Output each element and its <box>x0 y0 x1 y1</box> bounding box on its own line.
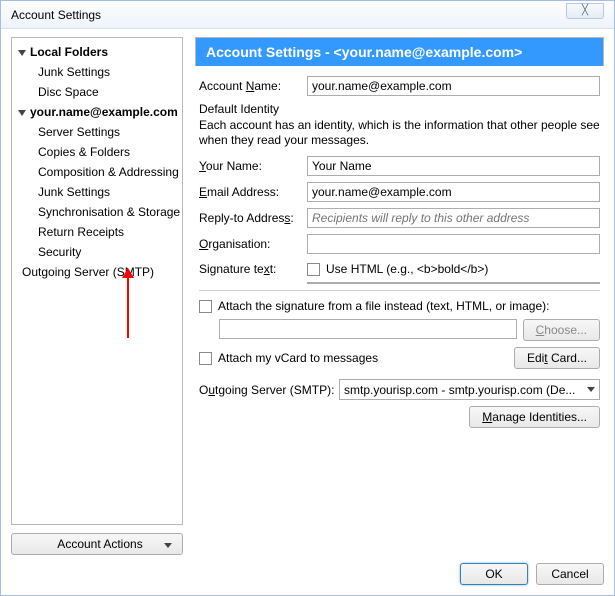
tree-account-email[interactable]: your.name@example.com <box>14 102 180 122</box>
reply-to-input[interactable] <box>307 208 600 228</box>
sig-file-row: Choose... <box>199 319 600 341</box>
identity-description: Each account has an identity, which is t… <box>199 118 600 148</box>
signature-textarea[interactable] <box>307 282 600 284</box>
panel-body: Account Name: Default Identity Each acco… <box>195 66 604 525</box>
your-name-label: Your Name: <box>199 159 307 173</box>
account-name-input[interactable] <box>307 76 600 96</box>
twisty-icon <box>18 50 26 56</box>
organisation-label: Organisation: <box>199 237 307 251</box>
tree-local-folders[interactable]: Local Folders <box>14 42 180 62</box>
reply-to-label: Reply-to Address: <box>199 211 307 225</box>
use-html-row: Use HTML (e.g., <b>bold</b>) <box>307 262 600 276</box>
account-actions-button[interactable]: Account Actions <box>11 533 183 555</box>
account-name-row: Account Name: <box>199 76 600 96</box>
tree-server-settings[interactable]: Server Settings <box>14 122 180 142</box>
email-row: Email Address: <box>199 182 600 202</box>
signature-label: Signature text: <box>199 262 307 276</box>
settings-panel: Account Settings - <your.name@example.co… <box>195 37 604 525</box>
use-html-checkbox[interactable] <box>307 263 320 276</box>
tree-return-receipts[interactable]: Return Receipts <box>14 222 180 242</box>
close-button[interactable]: ╳ <box>566 3 604 19</box>
tree-composition-addressing[interactable]: Composition & Addressing <box>14 162 180 182</box>
vcard-label: Attach my vCard to messages <box>218 351 378 365</box>
sig-file-input[interactable] <box>219 319 517 339</box>
attach-sig-file-label: Attach the signature from a file instead… <box>218 299 549 313</box>
tree-outgoing-smtp[interactable]: Outgoing Server (SMTP) <box>14 262 180 282</box>
manage-identities-button[interactable]: Manage Identities... <box>469 406 600 428</box>
default-identity-label: Default Identity <box>199 102 600 116</box>
vcard-checkbox[interactable] <box>199 352 212 365</box>
content-area: Local Folders Junk Settings Disc Space y… <box>1 29 614 595</box>
tree-security[interactable]: Security <box>14 242 180 262</box>
titlebar: Account Settings ╳ <box>1 1 614 29</box>
smtp-row: Outgoing Server (SMTP): smtp.yourisp.com… <box>199 379 600 400</box>
edit-card-button[interactable]: Edit Card... <box>514 347 600 369</box>
cancel-button[interactable]: Cancel <box>536 563 604 585</box>
organisation-row: Organisation: <box>199 234 600 254</box>
your-name-row: Your Name: <box>199 156 600 176</box>
chevron-down-icon <box>164 543 172 548</box>
close-icon: ╳ <box>582 5 588 16</box>
manage-identities-row: Manage Identities... <box>199 406 600 428</box>
footer-row: Account Actions <box>11 533 604 555</box>
tree-junk-settings-local[interactable]: Junk Settings <box>14 62 180 82</box>
account-tree: Local Folders Junk Settings Disc Space y… <box>14 42 180 520</box>
chevron-down-icon <box>587 387 595 392</box>
twisty-icon <box>18 110 26 116</box>
tree-copies-folders[interactable]: Copies & Folders <box>14 142 180 162</box>
reply-to-row: Reply-to Address: <box>199 208 600 228</box>
divider <box>199 290 600 291</box>
sidebar: Local Folders Junk Settings Disc Space y… <box>11 37 183 525</box>
main-row: Local Folders Junk Settings Disc Space y… <box>11 37 604 525</box>
vcard-row: Attach my vCard to messages Edit Card... <box>199 347 600 369</box>
account-settings-dialog: Account Settings ╳ Local Folders Junk Se… <box>0 0 615 596</box>
choose-button[interactable]: Choose... <box>523 319 600 341</box>
tree-junk-settings-account[interactable]: Junk Settings <box>14 182 180 202</box>
smtp-select[interactable]: smtp.yourisp.com - smtp.yourisp.com (De.… <box>339 379 600 400</box>
account-name-label: Account Name: <box>199 79 307 93</box>
attach-sig-file-row: Attach the signature from a file instead… <box>199 299 600 313</box>
tree-disc-space[interactable]: Disc Space <box>14 82 180 102</box>
signature-row: Signature text: Use HTML (e.g., <b>bold<… <box>199 262 600 284</box>
smtp-select-value: smtp.yourisp.com - smtp.yourisp.com (De.… <box>344 383 575 397</box>
email-input[interactable] <box>307 182 600 202</box>
email-label: Email Address: <box>199 185 307 199</box>
dialog-buttons: OK Cancel <box>11 563 604 585</box>
ok-button[interactable]: OK <box>460 563 528 585</box>
tree-sync-storage[interactable]: Synchronisation & Storage <box>14 202 180 222</box>
your-name-input[interactable] <box>307 156 600 176</box>
attach-sig-file-checkbox[interactable] <box>199 300 212 313</box>
use-html-label: Use HTML (e.g., <b>bold</b>) <box>326 262 488 276</box>
panel-title: Account Settings - <your.name@example.co… <box>195 37 604 66</box>
window-title: Account Settings <box>7 8 101 22</box>
organisation-input[interactable] <box>307 234 600 254</box>
smtp-label: Outgoing Server (SMTP): <box>199 383 339 397</box>
